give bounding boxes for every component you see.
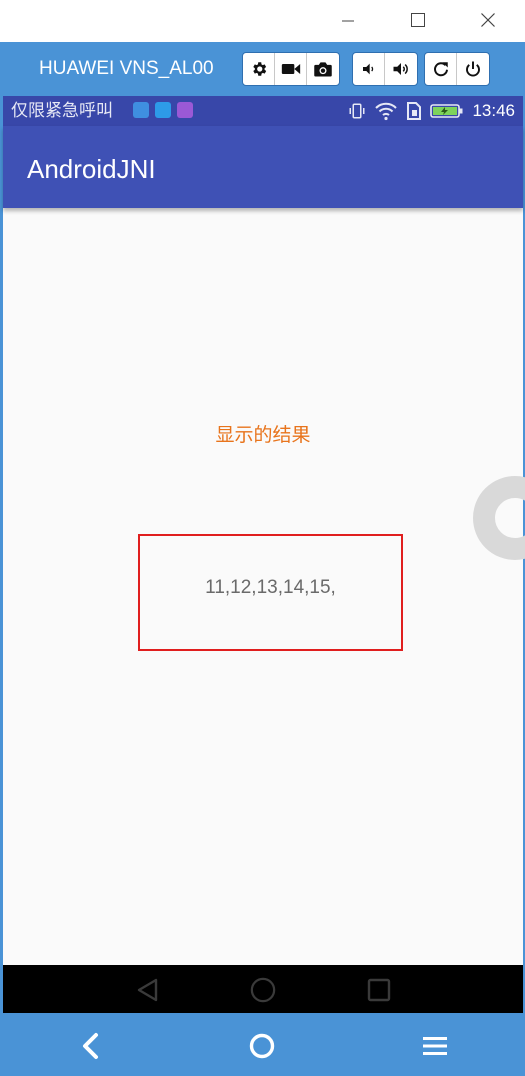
nav-home-button[interactable] xyxy=(250,977,276,1003)
clock: 13:46 xyxy=(472,101,515,120)
nav-recents-button[interactable] xyxy=(366,977,392,1003)
recents-square-icon xyxy=(367,978,391,1002)
carrier-text: 仅限紧急呼叫 xyxy=(11,101,113,120)
device-name: HUAWEI VNS_AL00 xyxy=(39,58,214,79)
screenshot-button[interactable] xyxy=(307,53,339,85)
power-tool-group xyxy=(424,52,490,86)
volume-down-button[interactable] xyxy=(353,53,385,85)
app-title: AndroidJNI xyxy=(27,154,156,184)
status-bar: 仅限紧急呼叫 13:46 xyxy=(3,96,523,126)
capture-tool-group xyxy=(242,52,340,86)
notification-icons xyxy=(133,102,193,118)
back-triangle-icon xyxy=(137,978,158,1002)
android-nav-bar xyxy=(3,965,523,1013)
minimize-button[interactable] xyxy=(325,0,371,40)
status-icons: 13:46 xyxy=(348,100,515,122)
emulator-bottom-bar xyxy=(2,1013,523,1076)
record-video-button[interactable] xyxy=(275,53,307,85)
nav-back-button[interactable] xyxy=(135,977,161,1003)
close-button[interactable] xyxy=(465,0,511,40)
volume-up-icon xyxy=(393,63,408,75)
emulator-home-button[interactable] xyxy=(248,1032,276,1060)
home-circle-icon xyxy=(250,977,276,1003)
emulator-back-button[interactable] xyxy=(76,1032,104,1060)
floating-handle[interactable] xyxy=(473,476,525,560)
settings-icon xyxy=(252,62,266,76)
emulator-window: HUAWEI VNS_AL00 仅限紧急呼叫 13:46 AndroidJNI … xyxy=(0,0,525,1076)
vibrate-icon xyxy=(349,103,365,119)
device-toolbar: HUAWEI VNS_AL00 xyxy=(2,42,523,96)
message-icon xyxy=(177,102,193,118)
bluetooth-icon xyxy=(155,102,171,118)
sim-icon xyxy=(407,102,422,120)
notification-app-icon xyxy=(133,102,149,118)
app-bar: AndroidJNI xyxy=(3,126,523,208)
emulator-menu-button[interactable] xyxy=(421,1032,449,1060)
chevron-left-icon xyxy=(83,1033,98,1059)
maximize-button[interactable] xyxy=(395,0,441,40)
minimize-icon xyxy=(342,20,354,22)
power-button[interactable] xyxy=(457,53,489,85)
main-content: 显示的结果 11,12,13,14,15, xyxy=(3,208,525,965)
camera-icon xyxy=(314,62,332,77)
power-icon xyxy=(466,61,480,77)
wifi-icon xyxy=(375,102,398,121)
circle-icon xyxy=(249,1033,275,1059)
result-value: 11,12,13,14,15, xyxy=(205,577,336,598)
video-record-icon xyxy=(281,64,300,74)
maximize-icon xyxy=(411,13,425,27)
settings-button[interactable] xyxy=(243,53,275,85)
hamburger-menu-icon xyxy=(423,1037,447,1055)
volume-tool-group xyxy=(352,52,418,86)
window-titlebar xyxy=(0,0,525,42)
volume-down-icon xyxy=(362,63,373,75)
rotate-icon xyxy=(433,62,448,77)
battery-icon xyxy=(430,104,463,118)
rotate-button[interactable] xyxy=(425,53,457,85)
volume-up-button[interactable] xyxy=(385,53,417,85)
result-box: 11,12,13,14,15, xyxy=(138,534,403,651)
close-icon xyxy=(481,13,495,27)
result-label: 显示的结果 xyxy=(215,425,311,446)
